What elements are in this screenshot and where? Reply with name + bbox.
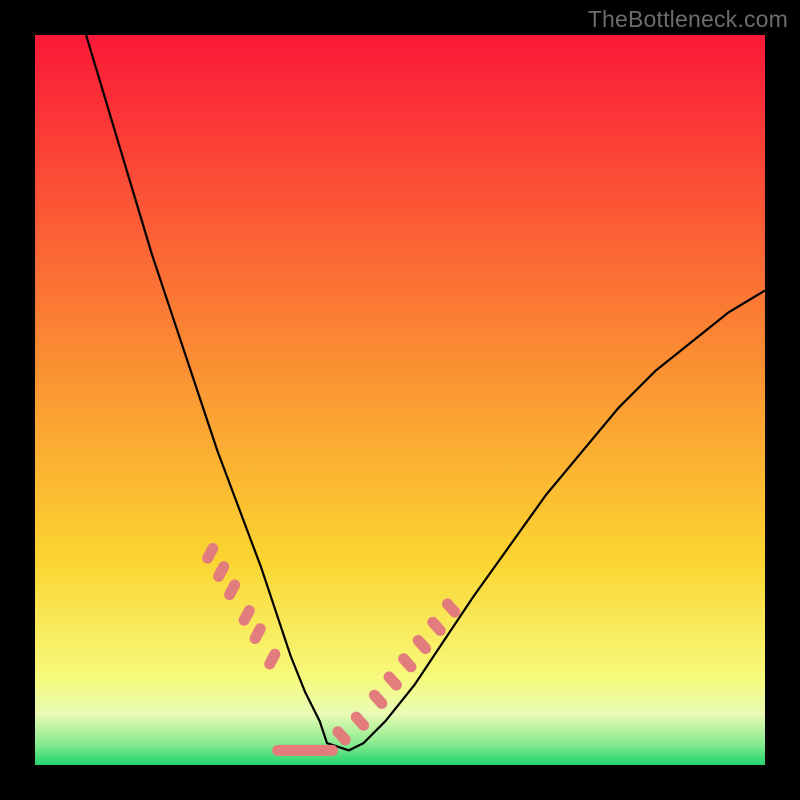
curve-marker	[316, 745, 338, 756]
watermark-text: TheBottleneck.com	[588, 6, 788, 33]
scatter-bottom-valley	[272, 745, 338, 756]
chart-frame: TheBottleneck.com	[0, 0, 800, 800]
chart-svg	[35, 35, 765, 765]
plot-area	[35, 35, 765, 765]
